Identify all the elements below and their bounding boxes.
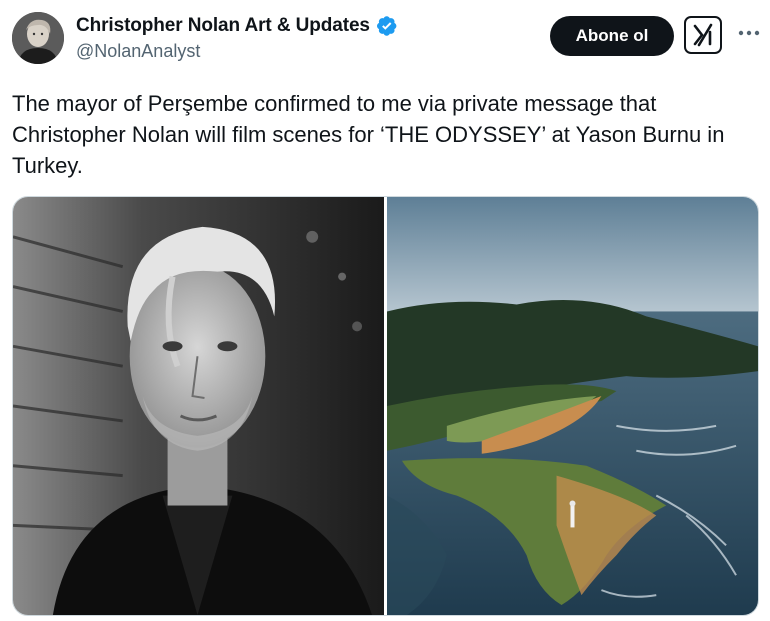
verified-badge-icon[interactable] bbox=[376, 15, 398, 37]
portrait-image bbox=[13, 197, 384, 615]
author-names: Christopher Nolan Art & Updates @NolanAn… bbox=[76, 15, 398, 62]
landscape-image bbox=[387, 197, 758, 615]
media-grid bbox=[12, 196, 759, 616]
display-name[interactable]: Christopher Nolan Art & Updates bbox=[76, 15, 370, 37]
subscribe-button[interactable]: Abone ol bbox=[550, 16, 674, 56]
media-aerial-landscape-photo[interactable] bbox=[387, 197, 758, 615]
avatar-image bbox=[12, 12, 64, 64]
grok-icon[interactable] bbox=[684, 16, 722, 54]
handle[interactable]: @NolanAnalyst bbox=[76, 41, 398, 62]
more-icon[interactable] bbox=[734, 20, 764, 46]
tweet-text: The mayor of Perşembe confirmed to me vi… bbox=[12, 91, 731, 178]
avatar[interactable] bbox=[12, 12, 64, 64]
media-portrait-photo[interactable] bbox=[13, 197, 384, 615]
tweet-header: Christopher Nolan Art & Updates @NolanAn… bbox=[12, 12, 760, 68]
